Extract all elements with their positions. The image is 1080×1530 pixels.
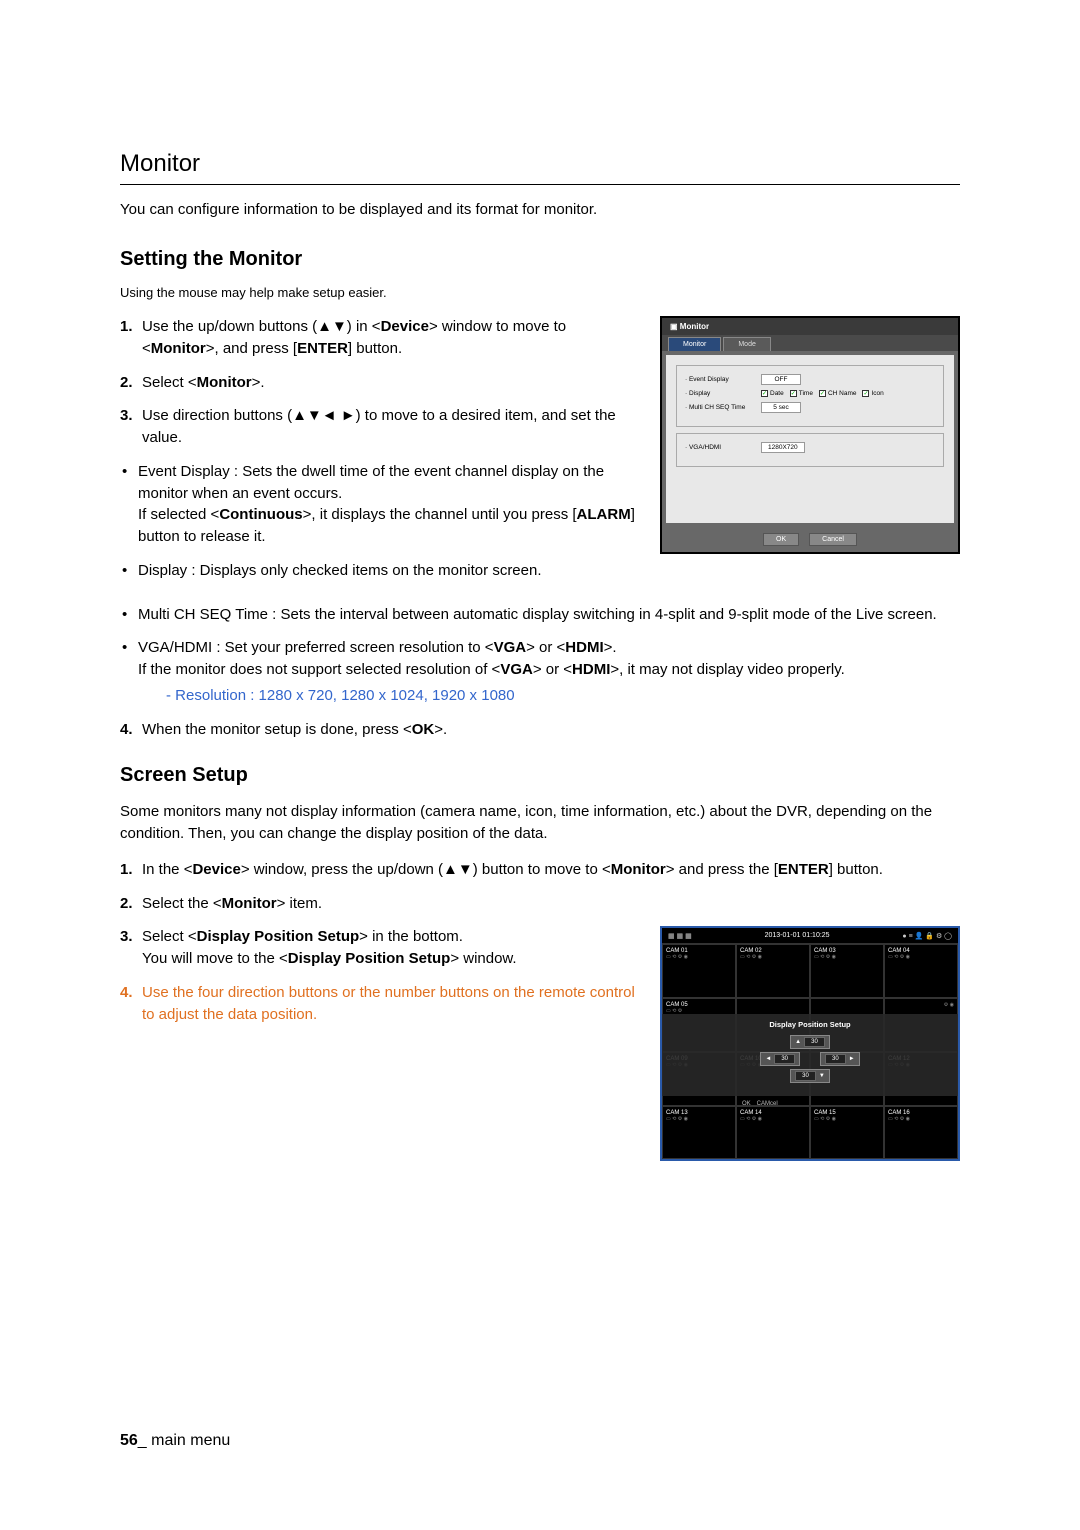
footer-label: main menu [151, 1432, 230, 1449]
section-title: Monitor [120, 150, 960, 185]
ss-step-4: 4. Use the four direction buttons or the… [120, 982, 640, 1026]
page-number: 56 [120, 1432, 138, 1449]
page-footer: 56_ main menu [120, 1432, 230, 1450]
cam-cell: CAM 04▭ ⟲ ⚙ ◉ [884, 944, 958, 998]
checkbox-date[interactable]: ✓Date [761, 390, 784, 397]
dialog-title: ▣ Monitor [662, 318, 958, 335]
topbar-left-icons: ▦ ▦ ▦ [668, 932, 692, 940]
checkbox-chname[interactable]: ✓CH Name [819, 390, 857, 397]
ss-step-1: 1. In the <Device> window, press the up/… [120, 859, 960, 881]
cam-cell: CAM 03▭ ⟲ ⚙ ◉ [810, 944, 884, 998]
dps-title: Display Position Setup [672, 1020, 948, 1029]
figure-display-position-setup: ▦ ▦ ▦ 2013-01-01 01:10:25 ● ≡ 👤 🔒 ⚙ ◯ CA… [660, 926, 960, 1161]
dps-cancel-button[interactable]: CAMcel [757, 1101, 778, 1107]
label-vga-hdmi: · VGA/HDMI [685, 444, 755, 451]
bullet-event-display: Event Display : Sets the dwell time of t… [120, 461, 640, 548]
cam-cell: CAM 16▭ ⟲ ⚙ ◉ [884, 1106, 958, 1160]
setting-monitor-title: Setting the Monitor [120, 248, 960, 271]
dps-overlay: Display Position Setup ▲ 30 ◄ 30 30 ► 30… [662, 1014, 958, 1096]
cam-cell: CAM 02▭ ⟲ ⚙ ◉ [736, 944, 810, 998]
screen-setup-intro: Some monitors many not display informati… [120, 801, 960, 845]
ok-button[interactable]: OK [763, 533, 799, 546]
select-vga-hdmi[interactable]: 1280X720 [761, 442, 805, 453]
topbar-right-icons: ● ≡ 👤 🔒 ⚙ ◯ [902, 932, 952, 940]
bullet-vga-hdmi: VGA/HDMI : Set your preferred screen res… [120, 637, 960, 706]
step-1: 1. Use the up/down buttons (▲▼) in <Devi… [120, 316, 640, 360]
label-display: · Display [685, 390, 755, 397]
arrow-up-button[interactable]: ▲ 30 [790, 1035, 830, 1049]
arrow-down-button[interactable]: 30 ▼ [790, 1069, 830, 1083]
step-3: 3. Use direction buttons (▲▼◄ ►) to move… [120, 405, 640, 449]
step-4: 4. When the monitor setup is done, press… [120, 719, 960, 741]
screen-setup-title: Screen Setup [120, 764, 960, 787]
cam-cell: CAM 15▭ ⟲ ⚙ ◉ [810, 1106, 884, 1160]
bullet-multi-ch-seq: Multi CH SEQ Time : Sets the interval be… [120, 604, 960, 626]
select-multi-ch-seq[interactable]: 5 sec [761, 402, 801, 413]
dps-ok-button[interactable]: OK [742, 1101, 751, 1107]
tab-monitor[interactable]: Monitor [668, 337, 721, 351]
timestamp: 2013-01-01 01:10:25 [765, 932, 830, 939]
cam-cell: CAM 14▭ ⟲ ⚙ ◉ [736, 1106, 810, 1160]
checkbox-icon[interactable]: ✓Icon [862, 390, 883, 397]
intro-text: You can configure information to be disp… [120, 201, 960, 218]
figure-monitor-dialog: ▣ Monitor Monitor Mode · Event Display O… [660, 316, 960, 554]
resolution-note: Resolution : 1280 x 720, 1280 x 1024, 19… [138, 685, 960, 707]
select-event-display[interactable]: OFF [761, 374, 801, 385]
ss-step-2: 2. Select the <Monitor> item. [120, 893, 960, 915]
bullet-display: Display : Displays only checked items on… [120, 560, 640, 582]
cam-cell: CAM 01▭ ⟲ ⚙ ◉ [662, 944, 736, 998]
step-2: 2. Select <Monitor>. [120, 372, 640, 394]
label-multi-ch-seq: · Multi CH SEQ Time [685, 404, 755, 411]
cancel-button[interactable]: Cancel [809, 533, 857, 546]
tab-mode[interactable]: Mode [723, 337, 771, 351]
label-event-display: · Event Display [685, 376, 755, 383]
mouse-note: Using the mouse may help make setup easi… [120, 285, 960, 300]
arrow-left-button[interactable]: ◄ 30 [760, 1052, 800, 1066]
checkbox-time[interactable]: ✓Time [790, 390, 813, 397]
ss-step-3: 3. Select <Display Position Setup> in th… [120, 926, 640, 970]
cam-cell: CAM 13▭ ⟲ ⚙ ◉ [662, 1106, 736, 1160]
arrow-right-button[interactable]: 30 ► [820, 1052, 860, 1066]
